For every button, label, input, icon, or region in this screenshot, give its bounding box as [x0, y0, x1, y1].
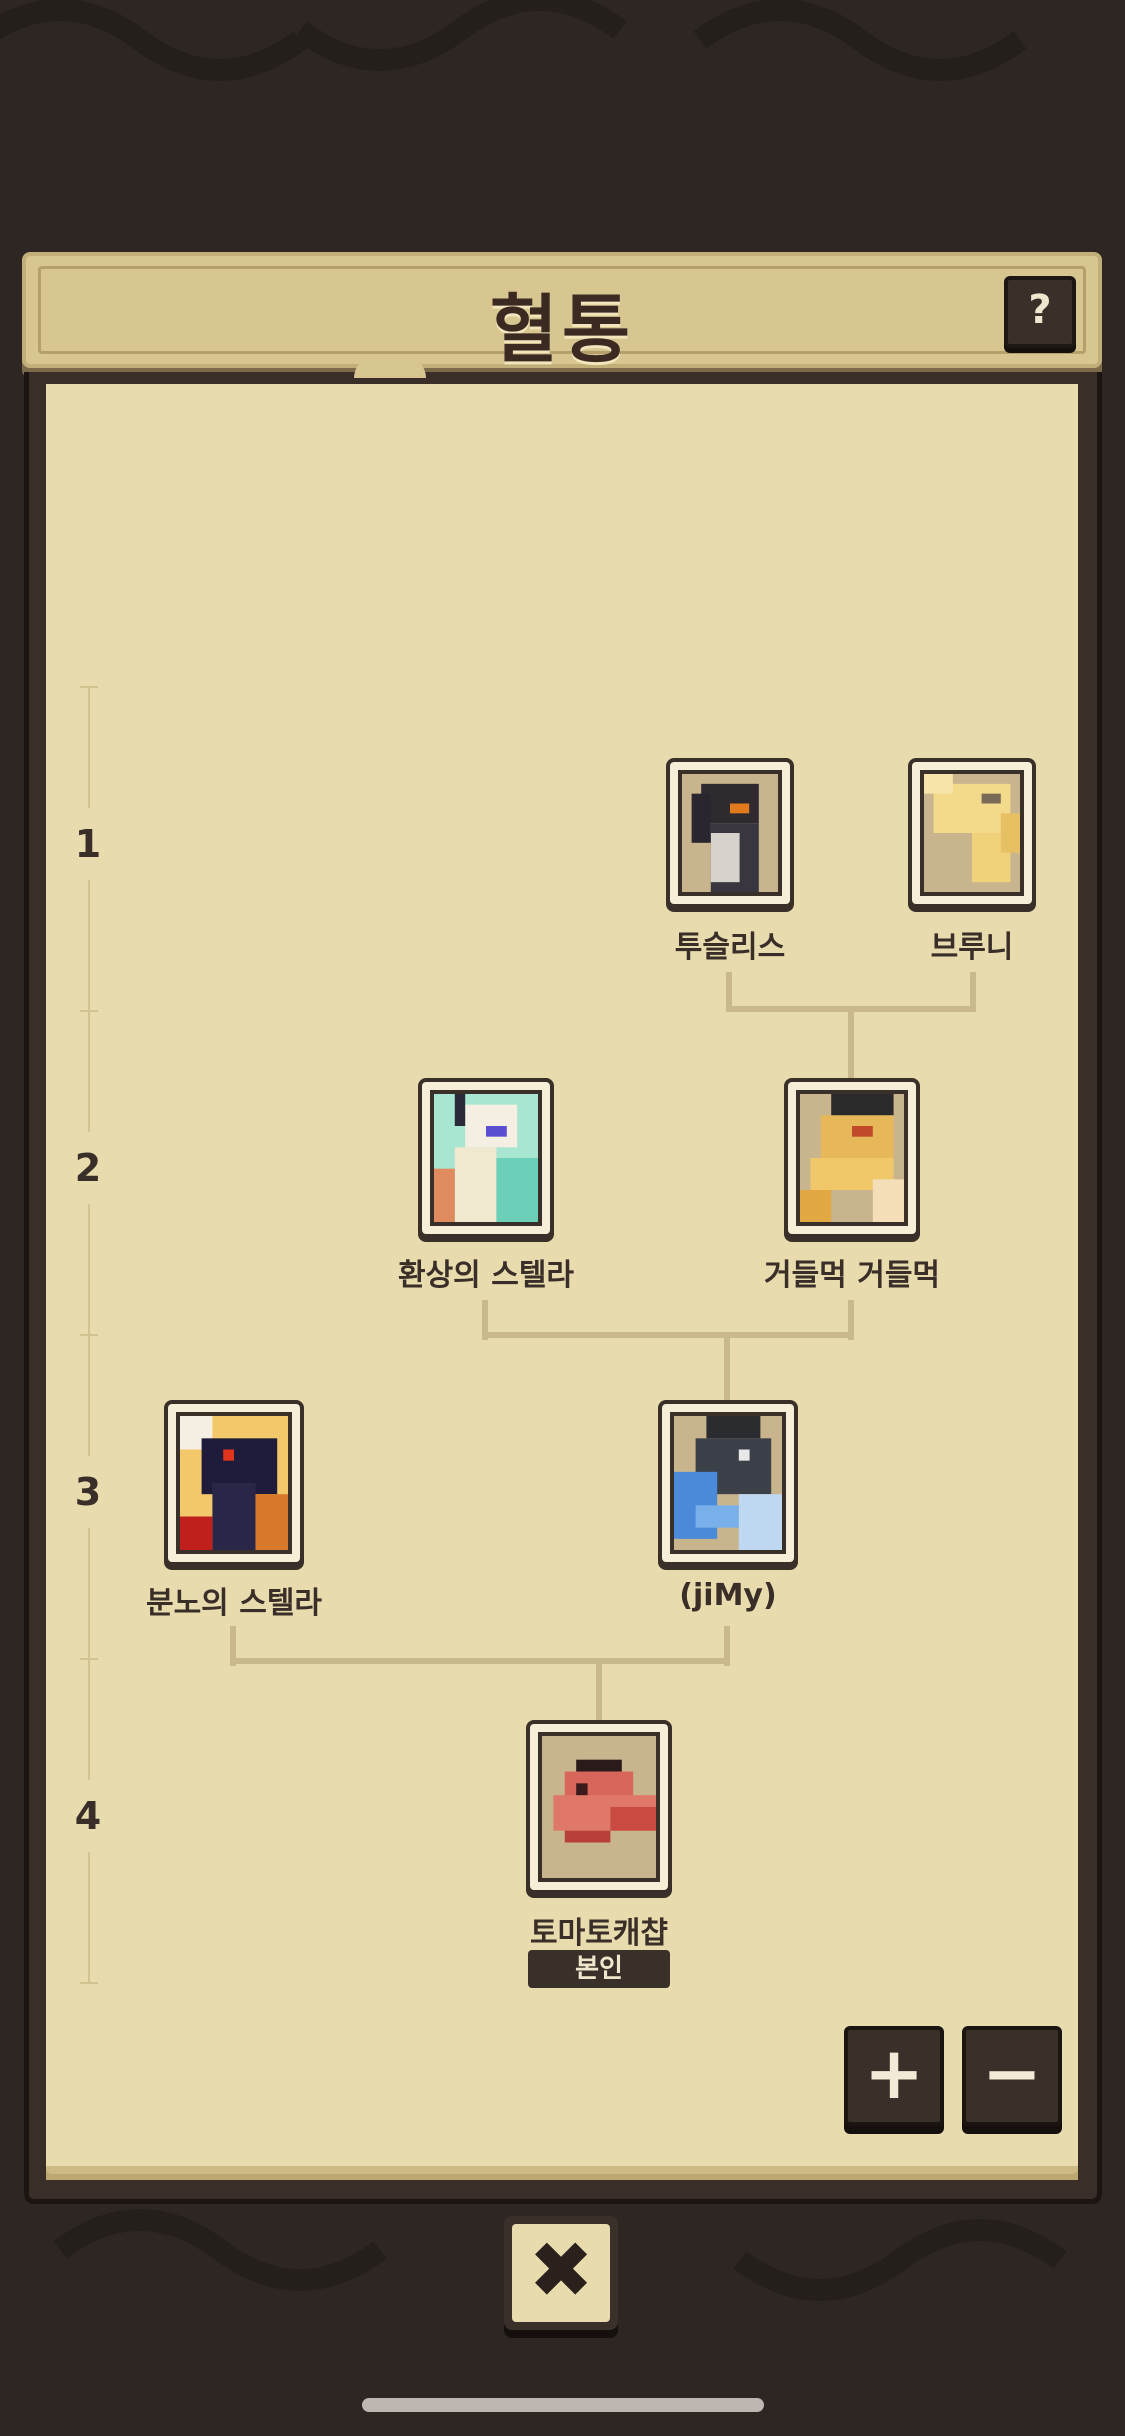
home-indicator[interactable]	[362, 2398, 764, 2412]
self-badge: 본인	[528, 1950, 670, 1988]
card-label: 분노의 스텔라	[145, 1586, 323, 1621]
generation-label-2: 2	[64, 1132, 112, 1204]
card-label: (jiMy)	[679, 1578, 777, 1613]
dragon-portrait-icon	[800, 1094, 904, 1222]
title-bar: 혈통 ?	[22, 252, 1102, 373]
card-tomato-self[interactable]: 토마토캐챱	[526, 1720, 672, 1951]
connector-line	[482, 1332, 854, 1338]
card-tuslis[interactable]: 투슬리스	[666, 758, 794, 965]
generation-label-3: 3	[64, 1456, 112, 1528]
page-title: 혈통	[489, 287, 635, 373]
connector-line	[848, 1006, 854, 1082]
card-label: 거들먹 거들먹	[763, 1258, 941, 1293]
close-button[interactable]: ✖	[504, 2216, 618, 2330]
ruler-tick	[80, 1334, 98, 1336]
connector-line	[230, 1658, 730, 1664]
card-fantasy-stella[interactable]: 환상의 스텔라	[398, 1078, 574, 1293]
card-jimy[interactable]: (jiMy)	[658, 1400, 798, 1613]
close-icon: ✖	[512, 2224, 610, 2322]
connector-line	[724, 1332, 730, 1404]
dragon-portrait-icon	[434, 1094, 538, 1222]
help-button[interactable]: ?	[1004, 276, 1076, 348]
card-label: 토마토캐챱	[530, 1916, 668, 1951]
card-geodeulmeok[interactable]: 거들먹 거들먹	[764, 1078, 940, 1293]
card-rage-stella[interactable]: 분노의 스텔라	[146, 1400, 322, 1621]
dragon-portrait-icon	[924, 774, 1020, 883]
zoom-out-button[interactable]: −	[962, 2026, 1062, 2126]
header-notch	[354, 356, 426, 378]
ruler-tick	[80, 1658, 98, 1660]
dragon-portrait-icon	[180, 1416, 288, 1550]
dragon-portrait-icon	[691, 783, 759, 892]
ruler-tick	[80, 1010, 98, 1012]
card-label: 환상의 스텔라	[397, 1258, 575, 1293]
dragon-portrait-icon	[553, 1759, 656, 1843]
card-bruni[interactable]: 브루니	[908, 758, 1036, 965]
generation-label-4: 4	[64, 1780, 112, 1852]
zoom-in-button[interactable]: +	[844, 2026, 944, 2126]
generation-label-1: 1	[64, 808, 112, 880]
ruler-tick	[80, 686, 98, 688]
ruler-tick	[80, 1982, 98, 1984]
connector-line	[596, 1658, 602, 1724]
card-label: 브루니	[930, 930, 1014, 965]
dragon-portrait-icon	[674, 1416, 782, 1550]
